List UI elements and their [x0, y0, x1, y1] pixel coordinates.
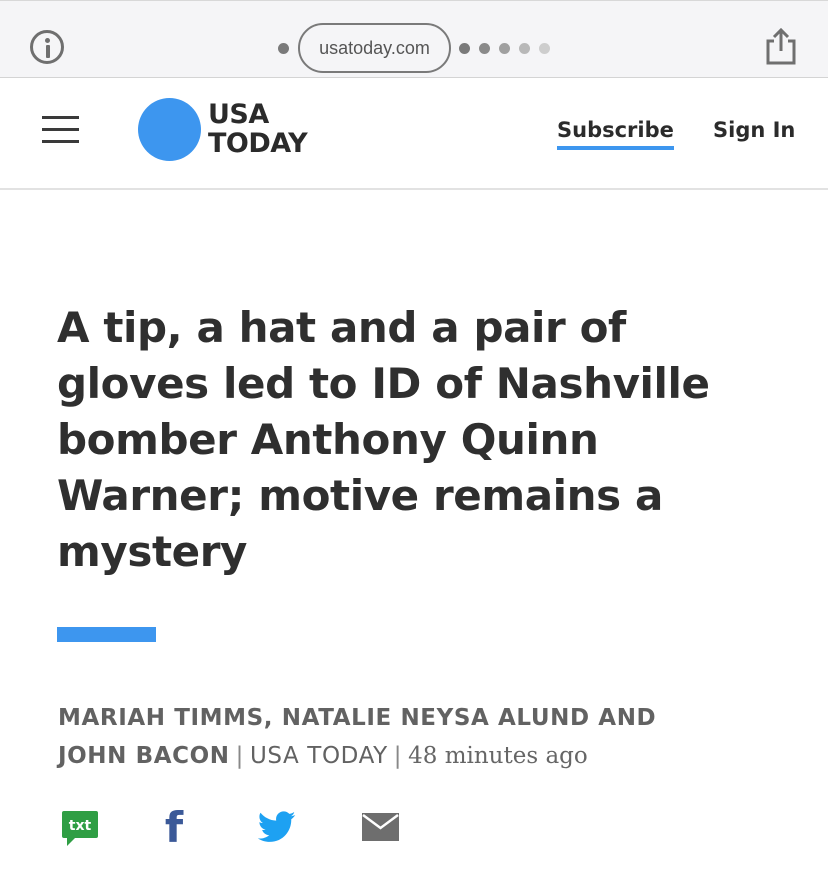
page-dot-icon	[539, 43, 550, 54]
menu-icon[interactable]	[42, 116, 79, 144]
info-icon[interactable]	[30, 30, 64, 64]
url-field[interactable]: usatoday.com	[298, 23, 451, 73]
text-message-icon[interactable]: txt	[62, 811, 98, 847]
author-names-line-1: MARIAH TIMMS, NATALIE NEYSA ALUND AND	[58, 705, 657, 731]
headline-accent-bar	[57, 627, 156, 642]
logo-line-2: TODAY	[208, 128, 308, 159]
facebook-glyph: f	[165, 806, 184, 846]
page-dot-icon	[519, 43, 530, 54]
author-names-line-2: JOHN BACON	[58, 743, 230, 769]
browser-toolbar: usatoday.com	[0, 0, 828, 78]
page-dot-icon	[499, 43, 510, 54]
publish-timestamp: 48 minutes ago	[408, 743, 588, 769]
byline-separator: |	[235, 743, 244, 769]
site-header: USA TODAY Subscribe Sign In	[0, 78, 828, 190]
usa-today-logo-icon[interactable]	[138, 98, 201, 161]
sign-in-link[interactable]: Sign In	[713, 118, 795, 142]
byline-separator: |	[393, 743, 403, 769]
twitter-icon[interactable]	[258, 811, 296, 843]
url-text: usatoday.com	[319, 37, 430, 58]
subscribe-link[interactable]: Subscribe	[557, 118, 674, 150]
site-logo-text[interactable]: USA TODAY	[208, 99, 308, 159]
email-icon[interactable]	[362, 813, 399, 841]
article-headline: A tip, a hat and a pair of gloves led to…	[57, 303, 710, 576]
publication-name: USA TODAY	[250, 743, 388, 769]
page-dot-icon	[459, 43, 470, 54]
article-byline: MARIAH TIMMS, NATALIE NEYSA ALUND AND JO…	[58, 699, 758, 775]
page-dot-icon	[278, 43, 289, 54]
logo-line-1: USA	[208, 99, 269, 130]
facebook-icon[interactable]: f	[163, 806, 185, 846]
page-dot-icon	[479, 43, 490, 54]
share-icon[interactable]	[763, 27, 799, 65]
txt-label: txt	[69, 818, 92, 834]
